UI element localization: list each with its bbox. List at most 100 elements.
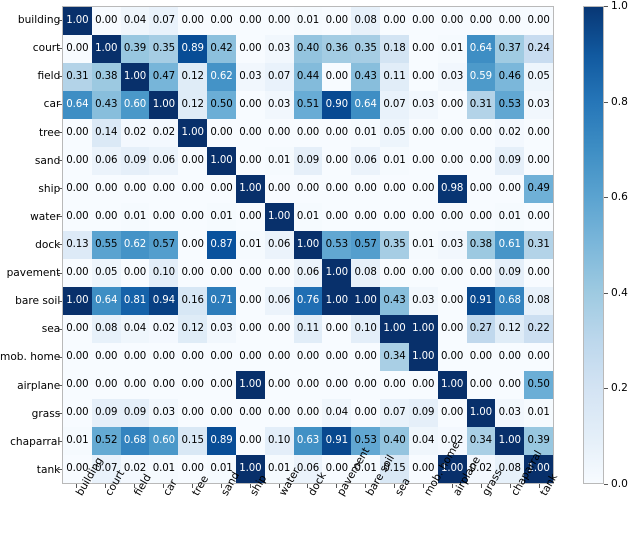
x-tick-label: grass: [467, 467, 505, 545]
heatmap-cell: 0.44: [293, 63, 323, 91]
heatmap-cell: 0.12: [178, 315, 208, 343]
heatmap-cell: 0.09: [408, 399, 438, 427]
heatmap-cell: 0.55: [91, 231, 121, 259]
heatmap-cell: 0.00: [293, 343, 323, 371]
y-tick-label-text: grass: [31, 407, 61, 420]
heatmap-cell: 0.00: [120, 175, 150, 203]
x-tick-label: water: [265, 466, 302, 545]
heatmap-cell: 0.00: [235, 399, 265, 427]
x-tick-label: bare soil: [351, 453, 397, 545]
x-tick-label: tree: [178, 474, 211, 545]
heatmap-cell: 0.00: [466, 203, 496, 231]
heatmap-cell: 0.53: [322, 231, 352, 259]
heatmap-cell: 0.08: [524, 287, 553, 315]
heatmap-cell: 0.04: [120, 315, 150, 343]
heatmap-cell: 0.87: [207, 231, 236, 259]
y-tick-label: ship: [0, 175, 69, 203]
heatmap-cell: 0.43: [91, 91, 121, 119]
heatmap-cell: 0.00: [264, 259, 294, 287]
heatmap-cell: 0.31: [63, 63, 92, 91]
heatmap-cell: 1.00: [351, 287, 381, 315]
heatmap-cell: 0.00: [351, 175, 381, 203]
heatmap-cell: 0.00: [466, 371, 496, 399]
heatmap-cell: 0.00: [207, 175, 236, 203]
heatmap-cell: 0.12: [495, 315, 525, 343]
heatmap-cell: 0.00: [120, 371, 150, 399]
heatmap-cell: 0.03: [437, 231, 467, 259]
x-tick-label: building: [62, 455, 106, 545]
heatmap-cell: 0.00: [322, 203, 352, 231]
heatmap-cell: 0.00: [524, 119, 553, 147]
y-tick-label-text: field: [37, 70, 61, 83]
y-tick-label: building: [0, 6, 69, 34]
heatmap-cell: 0.00: [351, 203, 381, 231]
heatmap-cell: 0.03: [207, 315, 236, 343]
y-tick-label-text: chaparral: [10, 435, 61, 448]
heatmap-cell: 0.49: [524, 175, 553, 203]
heatmap-cell: 0.31: [524, 231, 553, 259]
heatmap-cell: 0.18: [380, 35, 409, 63]
heatmap-cell: 0.00: [293, 399, 323, 427]
heatmap-cell: 0.00: [264, 343, 294, 371]
heatmap-cell: 1.00: [207, 147, 236, 175]
heatmap-cell: 0.00: [91, 371, 121, 399]
heatmap-cell: 0.00: [63, 147, 92, 175]
x-tick-label: sand: [207, 470, 242, 545]
heatmap-cell: 0.00: [380, 7, 409, 35]
heatmap-cell: 0.71: [207, 287, 236, 315]
heatmap-cell: 0.00: [63, 119, 92, 147]
heatmap-cell: 0.09: [495, 259, 525, 287]
heatmap-cell: 1.00: [322, 287, 352, 315]
colorbar-tick-label: 0.4: [611, 286, 628, 299]
heatmap-cell: 0.91: [322, 427, 352, 455]
heatmap-cell: 0.00: [235, 91, 265, 119]
heatmap-cell: 1.00: [437, 371, 467, 399]
y-tick-label-text: bare soil: [15, 295, 61, 308]
heatmap-cell: 0.04: [322, 399, 352, 427]
heatmap-cell: 0.03: [495, 399, 525, 427]
heatmap-cell: 0.00: [235, 259, 265, 287]
heatmap-cell: 0.50: [207, 91, 236, 119]
heatmap-cell: 0.00: [207, 343, 236, 371]
heatmap-cell: 0.00: [380, 175, 409, 203]
heatmap-cell: 0.63: [293, 427, 323, 455]
heatmap-cell: 0.01: [207, 203, 236, 231]
colorbar: 0.0 0.2 0.4 0.6 0.8 1.0: [583, 0, 640, 490]
heatmap-cell: 0.00: [322, 343, 352, 371]
y-tick-label: water: [0, 203, 69, 231]
heatmap-cell: 0.27: [466, 315, 496, 343]
heatmap-cell: 0.00: [466, 147, 496, 175]
colorbar-tick-mark: [604, 101, 608, 103]
heatmap-cell: 0.57: [149, 231, 179, 259]
y-tick-label: field: [0, 62, 69, 90]
heatmap-cell: 0.00: [524, 259, 553, 287]
x-tick-label: court: [91, 468, 127, 545]
heatmap-cell: 0.00: [408, 63, 438, 91]
heatmap-cell: 0.00: [380, 259, 409, 287]
heatmap-cell: 0.00: [120, 343, 150, 371]
heatmap-cell: 0.00: [207, 119, 236, 147]
heatmap-cell: 0.60: [120, 91, 150, 119]
heatmap-cell: 0.43: [351, 63, 381, 91]
y-tick-label: sand: [0, 147, 69, 175]
heatmap-cell: 0.00: [524, 343, 553, 371]
y-tick-label: mob. home: [0, 343, 69, 371]
heatmap-cell: 0.02: [120, 119, 150, 147]
heatmap-cell: 0.00: [408, 7, 438, 35]
heatmap-cell: 0.01: [149, 455, 179, 483]
heatmap-cell: 0.04: [408, 427, 438, 455]
heatmap-cell: 0.00: [207, 399, 236, 427]
heatmap-cell: 0.89: [207, 427, 236, 455]
heatmap-cell: 0.08: [91, 315, 121, 343]
heatmap-cell: 0.22: [524, 315, 553, 343]
heatmap-cell: 1.00: [293, 231, 323, 259]
heatmap-cell: 0.00: [524, 147, 553, 175]
x-tick-label: pavement: [322, 445, 372, 545]
heatmap-cell: 0.01: [495, 203, 525, 231]
heatmap-cell: 0.57: [351, 231, 381, 259]
heatmap-cell: 0.06: [91, 147, 121, 175]
heatmap-cell: 0.47: [149, 63, 179, 91]
heatmap-cell: 0.00: [380, 371, 409, 399]
x-tick-label: field: [120, 472, 154, 545]
heatmap-cell: 0.00: [149, 203, 179, 231]
